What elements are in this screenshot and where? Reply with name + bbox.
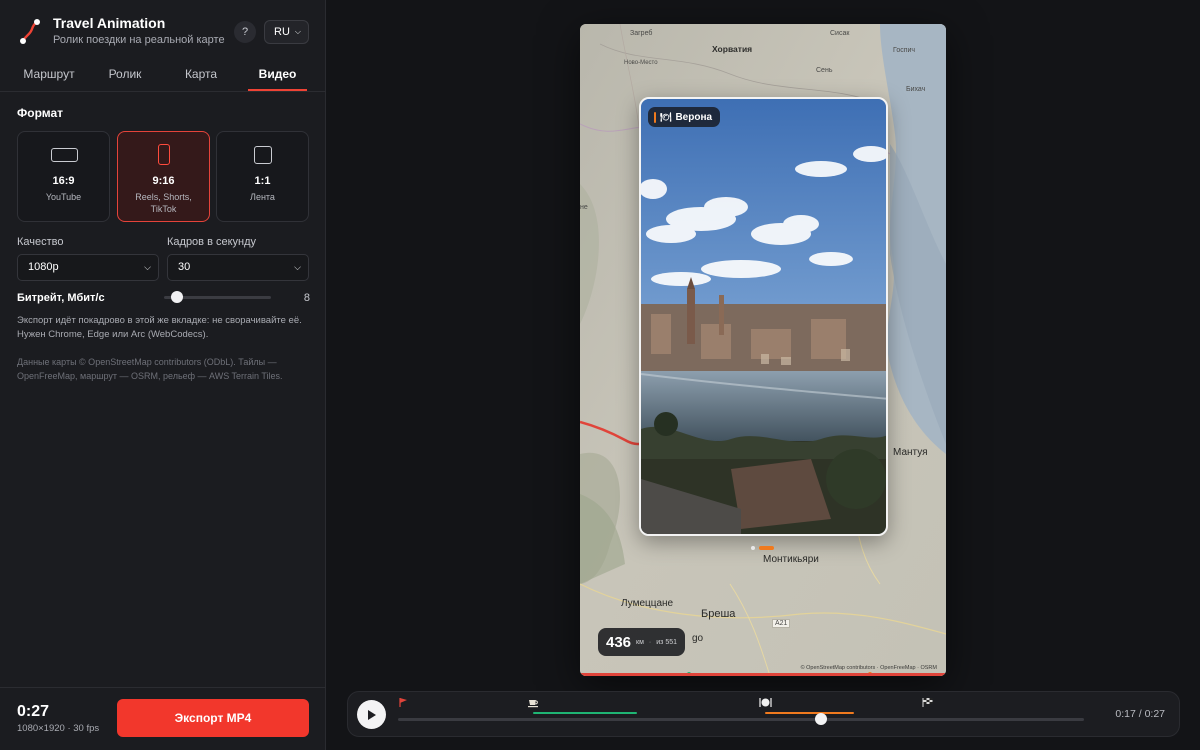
slide-dot-active[interactable] (759, 546, 774, 550)
distance-value: 436 (606, 633, 632, 651)
map-label-montichiari: Монтикьяри (763, 554, 819, 565)
help-label: ? (241, 26, 249, 38)
format-option-1-1[interactable]: 1:1 Лента (216, 131, 309, 222)
start-flag-icon[interactable] (398, 697, 409, 711)
route-logo-icon (20, 18, 40, 44)
format-option-9-16[interactable]: 9:16 Reels, Shorts, TikTok (117, 131, 210, 222)
map-label-bergamo-partial: go (692, 633, 704, 644)
map-label-lumezzane: Лумеццане (621, 598, 674, 609)
bitrate-label: Битрейт, Мбит/с (17, 292, 105, 304)
help-button[interactable]: ? (234, 21, 256, 43)
distance-unit: км (636, 638, 644, 646)
chevron-down-icon: ⌵ (294, 262, 301, 272)
accent-bar (654, 111, 656, 123)
preview-progress-line (580, 673, 946, 676)
fps-value: 30 (178, 261, 191, 273)
tab-route[interactable]: Маршрут (17, 60, 81, 91)
format-label: Reels, Shorts, TikTok (135, 192, 192, 214)
distance-badge: 436 км · из 551 (598, 628, 685, 656)
tab-bar: Маршрут Ролик Карта Видео (0, 60, 326, 92)
distance-separator: · (648, 638, 652, 646)
clip-duration: 0:27 (17, 703, 50, 720)
verona-photo (641, 99, 886, 534)
quality-select[interactable]: 1080p ⌵ (17, 254, 159, 281)
portrait-icon (158, 144, 170, 165)
language-select[interactable]: RU ⌵ (264, 20, 309, 44)
map-label-mantua: Мантуя (893, 447, 928, 458)
quality-label: Качество (17, 236, 64, 248)
place-badge: 🍽 Верона (648, 107, 721, 127)
chevron-down-icon: ⌵ (294, 27, 301, 36)
place-name: Верона (675, 111, 713, 123)
map-label-senj: Сень (816, 67, 833, 74)
format-label: Лента (250, 192, 275, 202)
video-preview: Хорватия Загреб Ново-Место Сисак Госпич … (580, 24, 946, 676)
format-ratio: 1:1 (254, 175, 271, 187)
fps-select[interactable]: 30 ⌵ (167, 254, 309, 281)
map-label-novo-mesto: Ново-Место (624, 60, 658, 66)
tab-video[interactable]: Видео (248, 60, 307, 91)
map-label-brescia: Бреша (701, 608, 736, 620)
square-icon (254, 146, 272, 164)
quality-value: 1080p (28, 261, 59, 273)
distance-total: из 551 (656, 638, 677, 646)
language-value: RU (274, 26, 290, 38)
plate-icon: 🍽 (660, 111, 672, 122)
play-icon (368, 709, 376, 720)
finish-flag-icon[interactable] (922, 697, 934, 711)
tab-map[interactable]: Карта (169, 60, 233, 91)
coffee-icon[interactable] (527, 697, 539, 711)
place-photo-card: 🍽 Верона (639, 97, 888, 536)
format-label: YouTube (45, 192, 82, 202)
slide-dot[interactable] (751, 546, 755, 550)
timeline-thumb[interactable] (815, 713, 827, 725)
play-button[interactable] (357, 700, 386, 729)
map-label-zagreb: Загреб (630, 30, 653, 37)
segment-stop (765, 712, 854, 714)
bitrate-slider-thumb[interactable] (171, 291, 183, 303)
timeline-time: 0:17 / 0:27 (1115, 708, 1165, 720)
app-title: Travel Animation (53, 15, 166, 31)
bitrate-value: 8 (303, 292, 310, 304)
map-label-croatia: Хорватия (712, 44, 753, 54)
clip-meta: 1080×1920 · 30 fps (17, 723, 100, 734)
app-subtitle: Ролик поездки на реальной карте (53, 34, 225, 46)
road-shield-a21: A21 (772, 619, 791, 628)
segment-drive (533, 712, 637, 714)
chevron-down-icon: ⌵ (144, 262, 151, 272)
map-label-edge: не (580, 204, 588, 211)
format-ratio: 16:9 (52, 175, 75, 187)
map-label-gospic: Госпич (893, 47, 916, 54)
format-option-16-9[interactable]: 16:9 YouTube (17, 131, 110, 222)
map-label-bihac: Бихач (906, 86, 926, 93)
map-credits: Данные карты © OpenStreetMap contributor… (17, 357, 283, 381)
fps-label: Кадров в секунду (167, 236, 257, 248)
plate-icon[interactable] (759, 697, 772, 711)
format-ratio: 9:16 (152, 175, 175, 187)
landscape-icon (51, 148, 78, 162)
timeline-bar: 0:17 / 0:27 (347, 691, 1180, 737)
timeline-track[interactable] (398, 718, 1084, 721)
export-note: Экспорт идёт покадрово в этой же вкладке… (17, 315, 302, 340)
map-attribution: © OpenStreetMap contributors · OpenFreeM… (800, 665, 937, 671)
sidebar-footer: 0:27 1080×1920 · 30 fps Экспорт MP4 (0, 687, 326, 750)
map-label-sisak: Сисак (830, 30, 850, 37)
format-section-title: Формат (17, 106, 64, 120)
brand: Travel Animation Ролик поездки на реальн… (18, 15, 225, 48)
export-mp4-button[interactable]: Экспорт MP4 (117, 699, 309, 737)
slide-dots (751, 546, 778, 550)
sidebar: Travel Animation Ролик поездки на реальн… (0, 0, 326, 750)
tab-clip[interactable]: Ролик (93, 60, 157, 91)
